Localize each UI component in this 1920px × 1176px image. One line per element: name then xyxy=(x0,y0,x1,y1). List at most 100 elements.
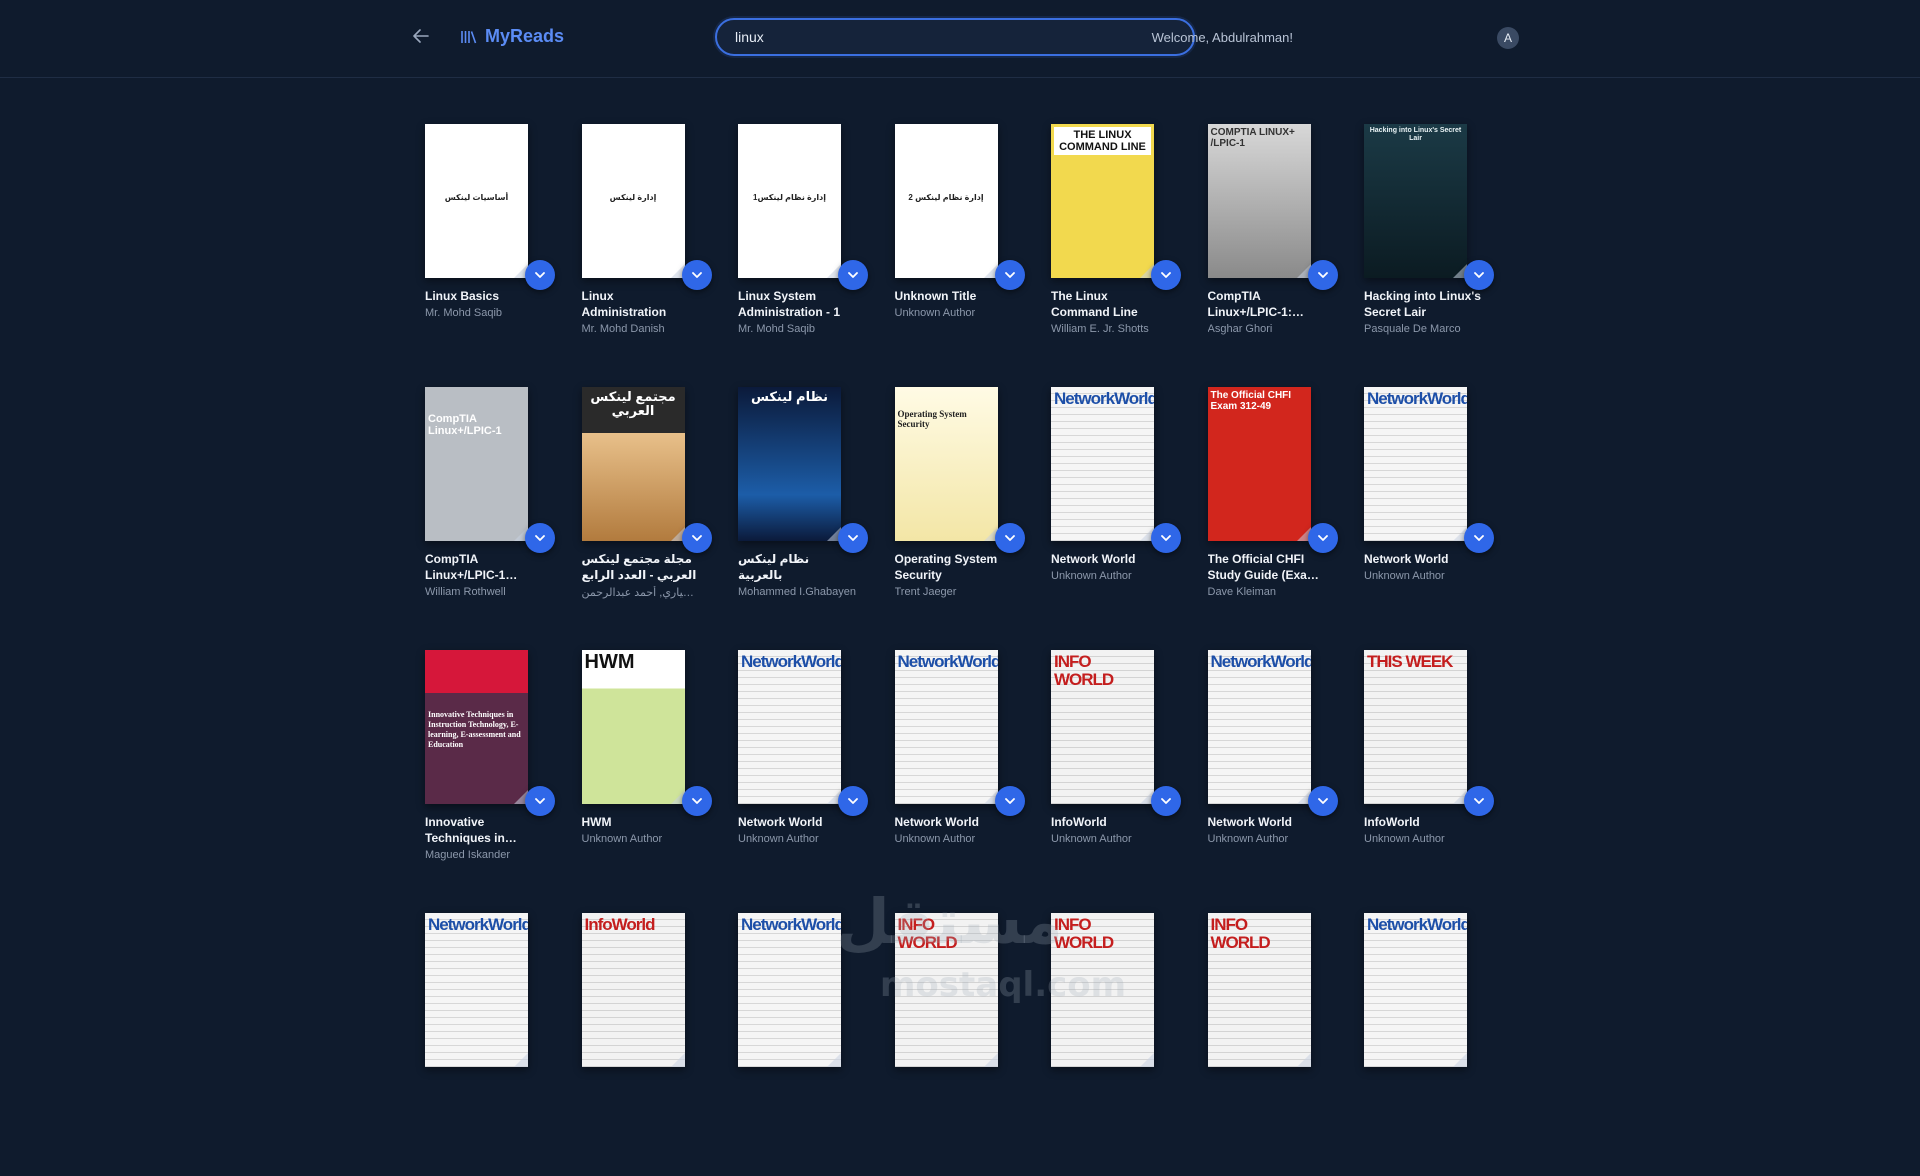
shelf-menu-button[interactable] xyxy=(994,523,1025,553)
book-title[interactable]: The Linux Command Line xyxy=(1051,288,1169,320)
book-cover[interactable]: NetworkWorld xyxy=(738,913,841,1067)
book-cover[interactable]: NetworkWorld xyxy=(1207,650,1311,804)
book-card[interactable]: CompTIA Linux+/LPIC-1 CompTIA Linux+/LPIC… xyxy=(425,387,555,650)
book-cover[interactable]: NetworkWorld xyxy=(1364,387,1467,541)
book-card[interactable]: THIS WEEK InfoWorld Unknown Author xyxy=(1364,650,1494,913)
book-title[interactable]: Network World xyxy=(895,814,1013,830)
book-card[interactable]: COMPTIA LINUX+ /LPIC-1 CompTIA Linux+/LPI… xyxy=(1207,124,1338,387)
shelf-menu-button[interactable] xyxy=(1307,260,1338,290)
book-card[interactable]: NetworkWorld Network World Unknown Author xyxy=(1207,650,1338,913)
book-cover[interactable]: HWM xyxy=(581,650,685,804)
book-title[interactable]: CompTIA Linux+/LPIC-1: Training and Exam… xyxy=(1208,288,1326,320)
book-title[interactable]: Innovative Techniques in Instruction... xyxy=(425,814,543,846)
book-cover[interactable]: إدارة لينكس xyxy=(581,124,685,278)
shelf-menu-button[interactable] xyxy=(681,523,712,553)
book-card[interactable]: إدارة نظام لينكس1 Linux System Administra… xyxy=(738,124,868,387)
book-card[interactable]: Innovative Techniques in Instruction Tec… xyxy=(425,650,555,913)
book-card[interactable]: Operating System Security Operating Syste… xyxy=(894,387,1025,650)
book-card[interactable]: INFO WORLD xyxy=(1051,913,1154,1176)
book-card[interactable]: إدارة لينكس Linux Administration Mr. Mohd … xyxy=(581,124,712,387)
book-cover[interactable]: INFO WORLD xyxy=(1051,650,1154,804)
book-cover[interactable]: NetworkWorld xyxy=(894,650,998,804)
book-title[interactable]: HWM xyxy=(582,814,700,830)
shelf-menu-button[interactable] xyxy=(1307,523,1338,553)
book-cover[interactable]: NetworkWorld xyxy=(1364,913,1467,1067)
book-card[interactable]: InfoWorld xyxy=(581,913,685,1176)
book-cover[interactable]: THIS WEEK xyxy=(1364,650,1467,804)
avatar[interactable]: A xyxy=(1497,27,1519,49)
book-cover[interactable]: CompTIA Linux+/LPIC-1 xyxy=(425,387,528,541)
shelf-menu-button[interactable] xyxy=(1307,786,1338,816)
book-cover[interactable]: إدارة نظام لينكس1 xyxy=(738,124,841,278)
book-card[interactable]: INFO WORLD InfoWorld Unknown Author xyxy=(1051,650,1181,913)
book-card[interactable]: HWM HWM Unknown Author xyxy=(581,650,712,913)
shelf-menu-button[interactable] xyxy=(681,260,712,290)
shelf-menu-button[interactable] xyxy=(1464,523,1494,553)
book-title[interactable]: Unknown Title xyxy=(895,288,1013,304)
book-cover[interactable]: NetworkWorld xyxy=(1051,387,1154,541)
brand-logo[interactable]: MyReads xyxy=(461,26,564,47)
shelf-menu-button[interactable] xyxy=(1464,786,1494,816)
book-cover[interactable]: نظام لينكس xyxy=(738,387,841,541)
book-cover[interactable]: InfoWorld xyxy=(581,913,685,1067)
book-title[interactable]: InfoWorld xyxy=(1364,814,1482,830)
shelf-menu-button[interactable] xyxy=(838,786,868,816)
book-card[interactable]: NetworkWorld Network World Unknown Author xyxy=(1364,387,1494,650)
book-card[interactable]: THE LINUX COMMAND LINE The Linux Command … xyxy=(1051,124,1181,387)
book-card[interactable]: أساسيات لينكس Linux Basics Mr. Mohd Saqib xyxy=(425,124,555,387)
book-card[interactable]: Hacking into Linux's Secret Lair Hacking … xyxy=(1364,124,1494,387)
shelf-menu-button[interactable] xyxy=(525,260,555,290)
book-title[interactable]: نظام لينكس بالعربية xyxy=(738,551,856,583)
book-cover[interactable]: COMPTIA LINUX+ /LPIC-1 xyxy=(1207,124,1311,278)
book-cover[interactable]: INFO WORLD xyxy=(1207,913,1311,1067)
book-title[interactable]: Operating System Security xyxy=(895,551,1013,583)
book-cover[interactable]: Hacking into Linux's Secret Lair xyxy=(1364,124,1467,278)
book-title[interactable]: مجلة مجتمع لينكس العربي - العدد الرابع xyxy=(582,551,700,583)
book-card[interactable]: مجتمع لينكس العربي مجلة مجتمع لينكس العرب… xyxy=(581,387,712,650)
back-arrow-icon[interactable] xyxy=(409,24,433,48)
book-cover[interactable]: أساسيات لينكس xyxy=(425,124,528,278)
book-card[interactable]: NetworkWorld xyxy=(738,913,841,1176)
book-card[interactable]: The Official CHFI Exam 312-49 The Officia… xyxy=(1207,387,1338,650)
book-card[interactable]: NetworkWorld xyxy=(425,913,528,1176)
book-title[interactable]: Network World xyxy=(1208,814,1326,830)
shelf-menu-button[interactable] xyxy=(1464,260,1494,290)
shelf-menu-button[interactable] xyxy=(681,786,712,816)
book-card[interactable]: إدارة نظام لينكس 2 Unknown Title Unknown A… xyxy=(894,124,1025,387)
book-title[interactable]: The Official CHFI Study Guide (Exam 312-… xyxy=(1208,551,1326,583)
book-card[interactable]: INFO WORLD xyxy=(1207,913,1311,1176)
shelf-menu-button[interactable] xyxy=(1151,523,1181,553)
book-title[interactable]: CompTIA Linux+/LPIC-1 Portable Command..… xyxy=(425,551,543,583)
book-cover[interactable]: NetworkWorld xyxy=(738,650,841,804)
book-title[interactable]: Linux System Administration - 1 xyxy=(738,288,856,320)
book-cover[interactable]: إدارة نظام لينكس 2 xyxy=(894,124,998,278)
book-title[interactable]: Linux Administration xyxy=(582,288,700,320)
shelf-menu-button[interactable] xyxy=(525,786,555,816)
book-title[interactable]: Network World xyxy=(1364,551,1482,567)
book-card[interactable]: NetworkWorld Network World Unknown Author xyxy=(738,650,868,913)
shelf-menu-button[interactable] xyxy=(838,260,868,290)
shelf-menu-button[interactable] xyxy=(838,523,868,553)
book-card[interactable]: NetworkWorld Network World Unknown Author xyxy=(1051,387,1181,650)
book-cover[interactable]: The Official CHFI Exam 312-49 xyxy=(1207,387,1311,541)
book-title[interactable]: InfoWorld xyxy=(1051,814,1169,830)
book-card[interactable]: NetworkWorld xyxy=(1364,913,1467,1176)
book-title[interactable]: Network World xyxy=(1051,551,1169,567)
book-cover[interactable]: NetworkWorld xyxy=(425,913,528,1067)
book-author: Unknown Author xyxy=(1051,833,1132,845)
shelf-menu-button[interactable] xyxy=(1151,786,1181,816)
book-card[interactable]: NetworkWorld Network World Unknown Author xyxy=(894,650,1025,913)
shelf-menu-button[interactable] xyxy=(994,260,1025,290)
book-cover[interactable]: THE LINUX COMMAND LINE xyxy=(1051,124,1154,278)
book-title[interactable]: Network World xyxy=(738,814,856,830)
shelf-menu-button[interactable] xyxy=(1151,260,1181,290)
shelf-menu-button[interactable] xyxy=(525,523,555,553)
book-title[interactable]: Linux Basics xyxy=(425,288,543,304)
book-title[interactable]: Hacking into Linux's Secret Lair xyxy=(1364,288,1482,320)
book-card[interactable]: نظام لينكس نظام لينكس بالعربية Mohammed I.… xyxy=(738,387,868,650)
book-cover[interactable]: مجتمع لينكس العربي xyxy=(581,387,685,541)
shelf-menu-button[interactable] xyxy=(994,786,1025,816)
book-cover[interactable]: Innovative Techniques in Instruction Tec… xyxy=(425,650,528,804)
book-cover[interactable]: Operating System Security xyxy=(894,387,998,541)
search-input[interactable] xyxy=(715,18,1195,56)
